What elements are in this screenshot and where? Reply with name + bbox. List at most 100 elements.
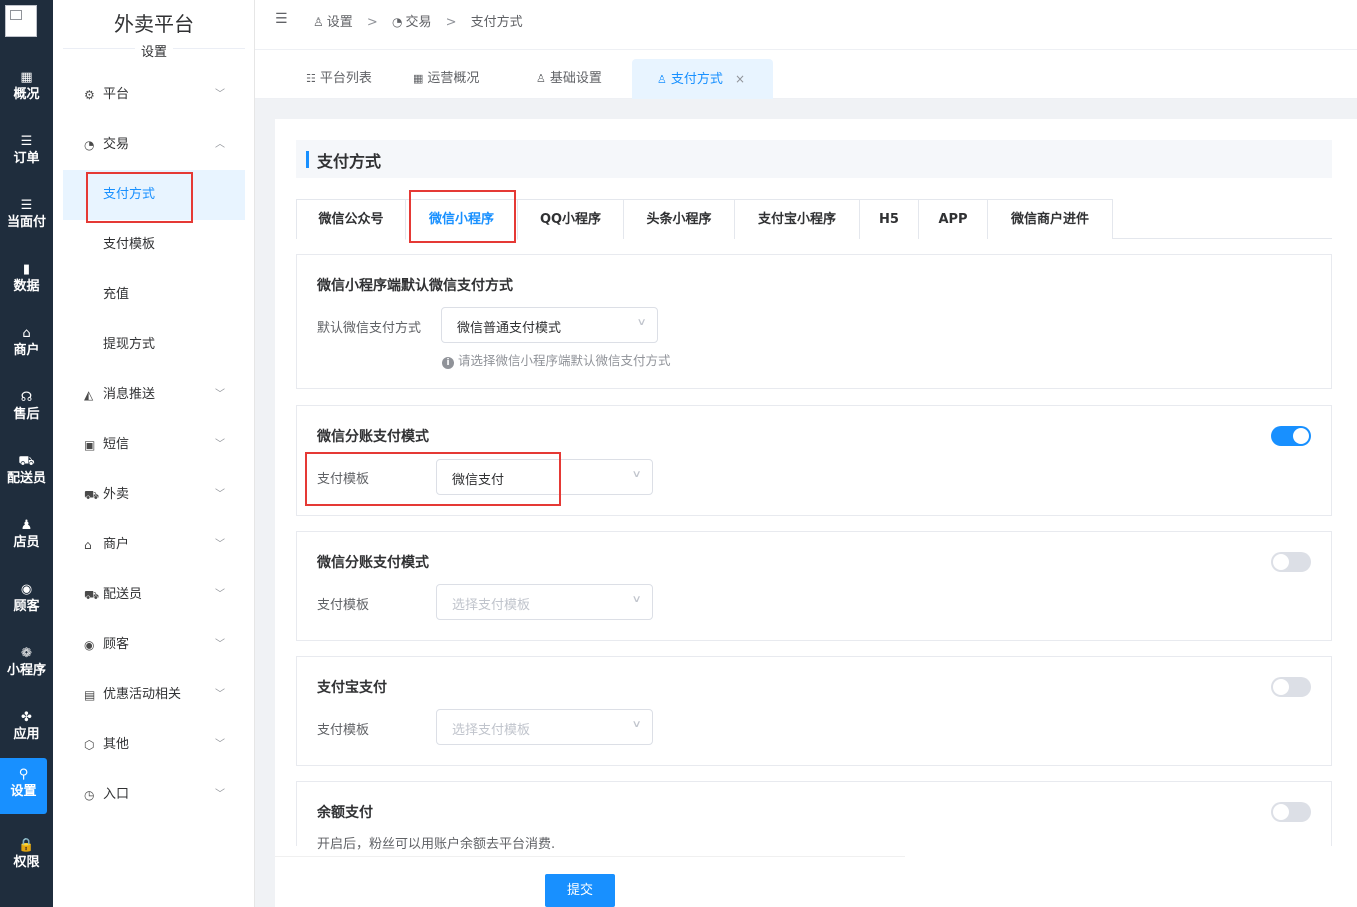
chevron-down-icon: ﹀: [215, 739, 225, 750]
submit-button[interactable]: 提交: [545, 874, 615, 907]
chevron-down-icon: ﹀: [215, 689, 225, 700]
store-icon: ⌂: [84, 538, 92, 552]
settings-user-icon: ⚲: [18, 767, 29, 782]
chevron-down-icon: ﹀: [215, 89, 225, 100]
chevron-down-icon: ∨: [631, 469, 642, 480]
chevron-down-icon: ∨: [636, 317, 647, 328]
section-title: 微信分账支付模式: [317, 429, 429, 445]
top-header: ☰ ♙ 设置 > ◔ 交易 > 支付方式: [255, 0, 1357, 50]
split-pay-template-select-2[interactable]: 选择支付模板 ∨: [436, 584, 653, 620]
submenu-recharge[interactable]: 充值: [63, 270, 245, 320]
rail-item-data[interactable]: ▮ 数据: [0, 253, 53, 309]
coin-icon: ◔: [84, 138, 95, 152]
pay-tab-toutiao-miniprogram[interactable]: 头条小程序: [623, 199, 735, 239]
page-tabs-bar: ☷ 平台列表 ▦ 运营概况 ♙ 基础设置 ♙ 支付方式 ×: [255, 50, 1357, 99]
rail-item-settings[interactable]: ⚲ 设置: [0, 758, 47, 814]
tab-payment-method[interactable]: ♙ 支付方式 ×: [632, 59, 773, 99]
rail-item-merchant[interactable]: ⌂ 商户: [0, 317, 53, 373]
submenu-payment-template[interactable]: 支付模板: [63, 220, 245, 270]
pay-tab-qq-miniprogram[interactable]: QQ小程序: [517, 199, 624, 239]
section-title: 支付宝支付: [317, 680, 387, 696]
submenu-withdraw[interactable]: 提现方式: [63, 320, 245, 370]
menu-merchant[interactable]: ⌂ 商户 ﹀: [63, 520, 245, 570]
rail-item-orders[interactable]: ☰ 订单: [0, 125, 53, 181]
rail-item-courier[interactable]: ⛟ 配送员: [0, 445, 53, 501]
balance-description: 开启后，粉丝可以用账户余额去平台消费.: [317, 837, 556, 852]
menu-promotion[interactable]: ▤ 优惠活动相关 ﹀: [63, 670, 245, 720]
collapse-menu-icon[interactable]: ☰: [275, 11, 288, 27]
hexagon-icon: ⬡: [84, 738, 95, 752]
pay-tab-wechat-miniprogram[interactable]: 微信小程序: [405, 199, 518, 240]
gear-icon: ⚙: [84, 88, 95, 102]
menu-entry[interactable]: ◷ 入口 ﹀: [63, 770, 245, 820]
breadcrumb-separator: >: [366, 15, 378, 30]
section-title: 微信小程序端默认微信支付方式: [317, 278, 513, 294]
wechat-icon: ❁: [21, 646, 32, 661]
brand-title: 外卖平台: [114, 12, 194, 36]
menu-courier[interactable]: ⛟ 配送员 ﹀: [63, 570, 245, 620]
field-label: 支付模板: [317, 723, 370, 738]
alipay-section: 支付宝支付 支付模板 选择支付模板 ∨: [296, 656, 1332, 766]
headset-icon: ☊: [20, 390, 33, 405]
submenu-payment-method[interactable]: 支付方式: [63, 170, 245, 220]
alipay-toggle[interactable]: [1271, 677, 1311, 697]
menu-customer[interactable]: ◉ 顾客 ﹀: [63, 620, 245, 670]
pay-tab-alipay-miniprogram[interactable]: 支付宝小程序: [734, 199, 860, 239]
pay-tab-h5[interactable]: H5: [859, 199, 919, 239]
info-icon: i: [442, 357, 454, 369]
store-icon: ⌂: [22, 326, 31, 341]
list-icon: ☰: [20, 134, 33, 149]
rail-item-apps[interactable]: ✤ 应用: [0, 701, 53, 757]
rail-item-customer[interactable]: ◉ 顾客: [0, 573, 53, 629]
pay-tab-merchant-onboarding[interactable]: 微信商户进件: [987, 199, 1113, 239]
gift-icon: ▤: [84, 688, 96, 702]
close-icon[interactable]: ×: [735, 72, 745, 86]
main-card: 支付方式 微信公众号 微信小程序 QQ小程序 头条小程序 支付宝小程序 H5 A…: [275, 119, 1357, 907]
settings-sidebar: 外卖平台 设置 ⚙ 平台 ﹀ ◔ 交易 ︿ 支付方式 支付模板 充值 提现方式 …: [53, 0, 255, 907]
pay-channel-tabs: 微信公众号 微信小程序 QQ小程序 头条小程序 支付宝小程序 H5 APP 微信…: [296, 199, 1332, 240]
split-pay-toggle-1[interactable]: [1271, 426, 1311, 446]
field-label: 默认微信支付方式: [317, 321, 422, 336]
tab-operation-overview[interactable]: ▦ 运营概况: [413, 59, 479, 99]
menu-push[interactable]: ◭ 消息推送 ﹀: [63, 370, 245, 420]
tab-platform-list[interactable]: ☷ 平台列表: [306, 59, 372, 99]
tab-basic-settings[interactable]: ♙ 基础设置: [536, 59, 602, 99]
send-icon: ◭: [84, 388, 94, 402]
menu-trade[interactable]: ◔ 交易 ︿: [63, 120, 245, 170]
sidebar-section-title: 设置: [53, 41, 255, 60]
menu-sms[interactable]: ▣ 短信 ﹀: [63, 420, 245, 470]
pay-tab-app[interactable]: APP: [918, 199, 988, 239]
breadcrumb-item[interactable]: 交易: [405, 15, 431, 30]
compass-icon: ◷: [84, 788, 95, 802]
default-pay-mode-select[interactable]: 微信普通支付模式 ∨: [441, 307, 658, 343]
list-icon: ☰: [20, 198, 33, 213]
rail-item-after-sale[interactable]: ☊ 售后: [0, 381, 53, 437]
menu-other[interactable]: ⬡ 其他 ﹀: [63, 720, 245, 770]
menu-platform[interactable]: ⚙ 平台 ﹀: [63, 70, 245, 120]
split-pay-template-select-1[interactable]: 微信支付 ∨: [436, 459, 653, 495]
rail-item-overview[interactable]: ▦ 概况: [0, 61, 53, 117]
list-icon: ☷: [306, 72, 316, 85]
grid-icon: ▦: [413, 72, 424, 85]
rail-item-miniprogram[interactable]: ❁ 小程序: [0, 637, 53, 693]
balance-toggle[interactable]: [1271, 802, 1311, 822]
section-title: 余额支付: [317, 805, 373, 821]
pay-tab-wechat-official[interactable]: 微信公众号: [296, 199, 406, 239]
alipay-template-select[interactable]: 选择支付模板 ∨: [436, 709, 653, 745]
rail-item-permission[interactable]: 🔒 权限: [0, 829, 53, 885]
balance-section: 余额支付 开启后，粉丝可以用账户余额去平台消费.: [296, 781, 1332, 852]
divider: [275, 856, 905, 857]
split-pay-toggle-2[interactable]: [1271, 552, 1311, 572]
chevron-down-icon: ﹀: [215, 389, 225, 400]
chevron-down-icon: ﹀: [215, 439, 225, 450]
breadcrumb-item[interactable]: 设置: [327, 15, 353, 30]
customer-icon: ◉: [20, 582, 33, 597]
rail-item-face-pay[interactable]: ☰ 当面付: [0, 189, 53, 245]
chevron-down-icon: ∨: [631, 719, 642, 730]
left-rail: ▦ 概况 ☰ 订单 ☰ 当面付 ▮ 数据 ⌂ 商户 ☊ 售后 ⛟ 配送员 ♟ 店…: [0, 0, 53, 907]
menu-takeout[interactable]: ⛟ 外卖 ﹀: [63, 470, 245, 520]
user-icon: ♟: [20, 518, 33, 533]
chevron-down-icon: ∨: [631, 594, 642, 605]
rail-item-clerk[interactable]: ♟ 店员: [0, 509, 53, 565]
customer-icon: ◉: [84, 638, 95, 652]
